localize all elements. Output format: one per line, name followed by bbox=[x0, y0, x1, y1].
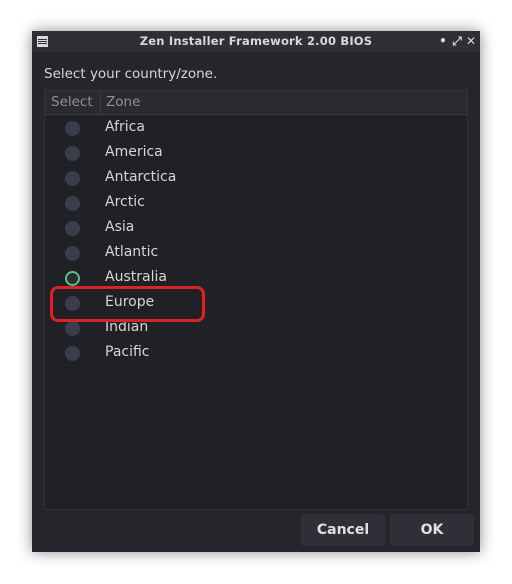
zone-label: Australia bbox=[105, 269, 167, 285]
title-bar[interactable]: Zen Installer Framework 2.00 BIOS • ⤢ ✕ bbox=[32, 31, 480, 52]
radio-button[interactable] bbox=[65, 271, 80, 286]
zone-label: Pacific bbox=[105, 344, 150, 360]
window-title: Zen Installer Framework 2.00 BIOS bbox=[139, 34, 373, 48]
list-item[interactable]: Asia bbox=[45, 216, 467, 241]
radio-button[interactable] bbox=[65, 121, 80, 136]
radio-button[interactable] bbox=[65, 321, 80, 336]
column-header-zone[interactable]: Zone bbox=[106, 91, 140, 114]
list-item[interactable]: Pacific bbox=[45, 341, 467, 366]
prompt-text: Select your country/zone. bbox=[44, 66, 218, 82]
zone-label: Atlantic bbox=[105, 244, 159, 260]
close-button[interactable]: ✕ bbox=[465, 34, 477, 48]
radio-button[interactable] bbox=[65, 246, 80, 261]
minimize-button[interactable]: • bbox=[437, 34, 449, 48]
list-item[interactable]: Arctic bbox=[45, 191, 467, 216]
list-item[interactable]: Africa bbox=[45, 116, 467, 141]
radio-button[interactable] bbox=[65, 221, 80, 236]
radio-button[interactable] bbox=[65, 146, 80, 161]
column-header-select[interactable]: Select bbox=[45, 91, 101, 114]
radio-button[interactable] bbox=[65, 171, 80, 186]
list-header: Select Zone bbox=[45, 91, 467, 115]
list-item[interactable]: America bbox=[45, 141, 467, 166]
zone-label: Arctic bbox=[105, 194, 145, 210]
radio-button[interactable] bbox=[65, 196, 80, 211]
zone-label: America bbox=[105, 144, 163, 160]
ok-button[interactable]: OK bbox=[390, 514, 474, 546]
zone-label: Africa bbox=[105, 119, 145, 135]
list-item[interactable]: Atlantic bbox=[45, 241, 467, 266]
radio-button[interactable] bbox=[65, 346, 80, 361]
maximize-button[interactable]: ⤢ bbox=[451, 34, 463, 48]
zone-label: Antarctica bbox=[105, 169, 177, 185]
annotation-highlight bbox=[50, 286, 205, 322]
list-item[interactable]: Antarctica bbox=[45, 166, 467, 191]
zone-label: Asia bbox=[105, 219, 135, 235]
cancel-button[interactable]: Cancel bbox=[301, 514, 385, 546]
